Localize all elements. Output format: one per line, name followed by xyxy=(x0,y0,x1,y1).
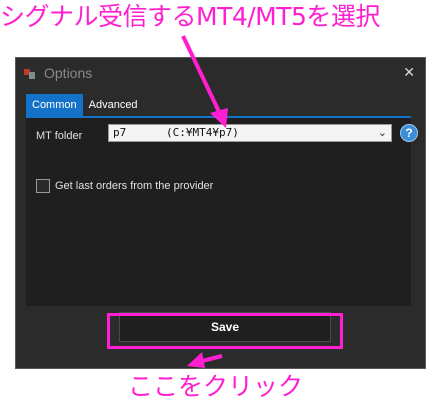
annotation-click-here-text: ここをクリック xyxy=(128,372,304,401)
arrow-to-save xyxy=(187,352,223,368)
annotation-arrows xyxy=(181,35,228,368)
arrow-to-select xyxy=(181,35,228,128)
